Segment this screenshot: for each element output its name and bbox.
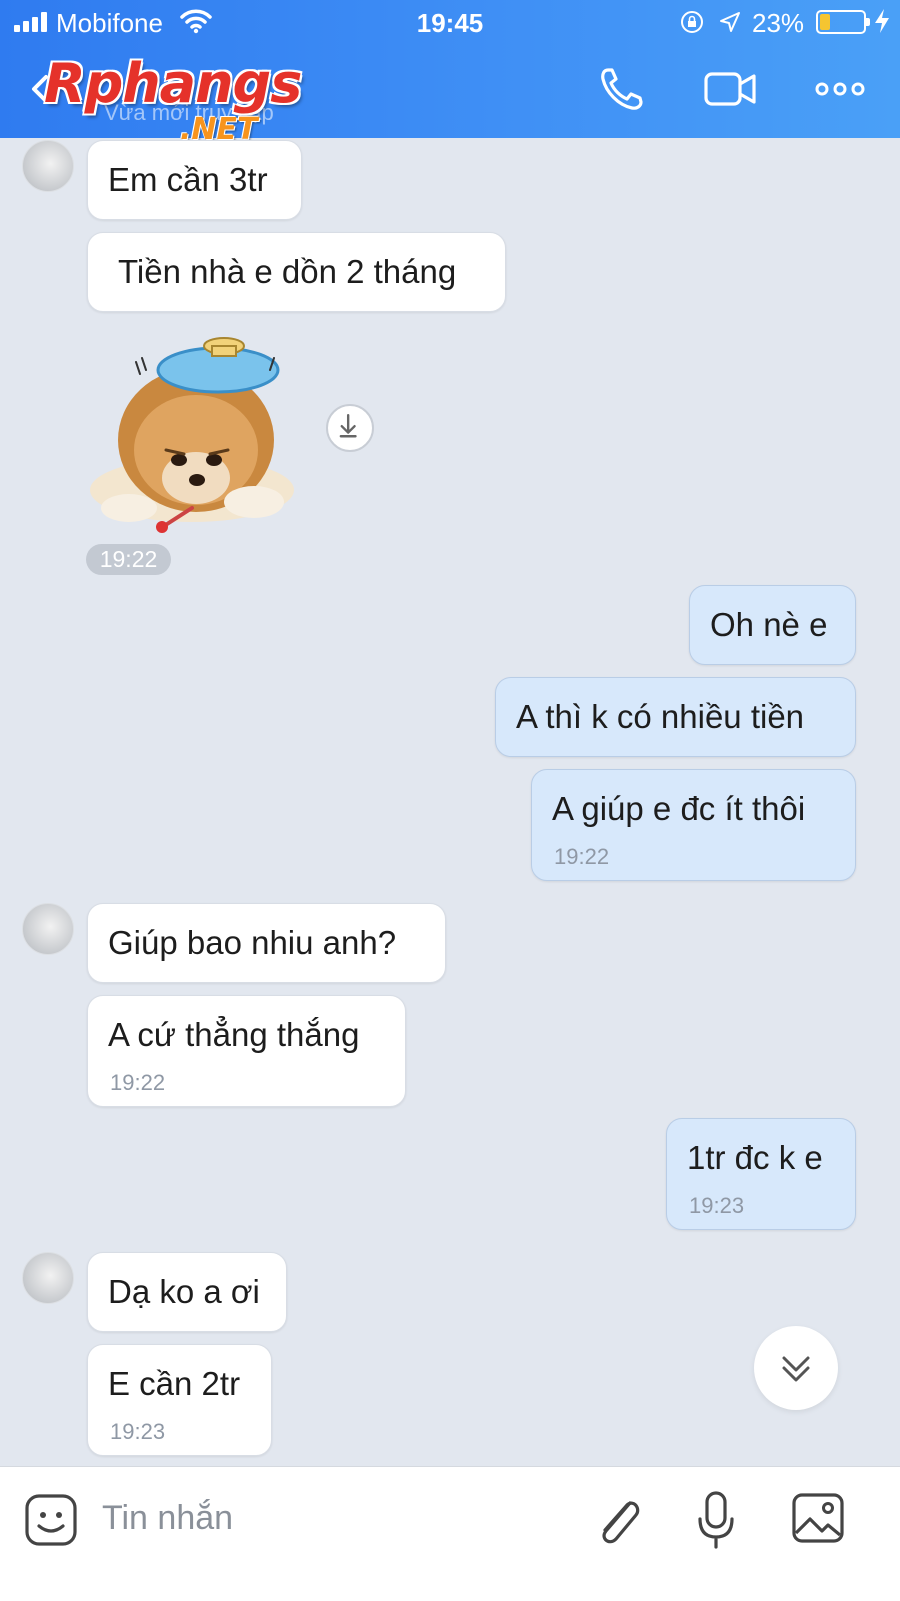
message-timestamp: 19:23 (110, 1419, 166, 1444)
video-call-icon[interactable] (702, 64, 758, 114)
microphone-icon[interactable] (696, 1489, 736, 1553)
message-input-bar: Tin nhắn (0, 1466, 900, 1601)
chat-header: Mobifone 19:45 23% Vừa mới truy cập Rpha… (0, 0, 900, 147)
attach-icon[interactable] (590, 1491, 644, 1551)
scroll-to-bottom-button[interactable] (754, 1326, 838, 1410)
message-timestamp: 19:22 (554, 844, 610, 869)
more-icon[interactable] (812, 64, 868, 114)
message-bubble-outgoing[interactable]: Oh nè e (689, 585, 856, 665)
battery-icon (816, 10, 870, 34)
message-text: Em cần 3tr (108, 161, 268, 198)
emoji-icon[interactable] (24, 1493, 78, 1547)
message-text: Oh nè e (710, 606, 828, 643)
message-text: Tiền nhà e dồn 2 tháng (118, 253, 457, 290)
scroll-down-icon (782, 1356, 810, 1382)
message-input[interactable]: Tin nhắn (102, 1499, 233, 1538)
location-icon (720, 12, 740, 32)
message-bubble-incoming[interactable]: E cần 2tr 19:23 (87, 1344, 272, 1456)
message-bubble-outgoing[interactable]: A thì k có nhiều tiền (495, 677, 856, 757)
avatar[interactable] (22, 1252, 74, 1304)
message-text: A cứ thẳng thắng (108, 1016, 360, 1053)
charging-icon (875, 9, 889, 33)
download-sticker-button[interactable] (326, 404, 374, 452)
message-bubble-incoming[interactable]: Tiền nhà e dồn 2 tháng (87, 232, 506, 312)
battery-percent: 23% (752, 8, 805, 38)
avatar[interactable] (22, 140, 74, 192)
message-text: A giúp e đc ít thôi (552, 790, 806, 827)
sticker-sick-dog[interactable] (84, 330, 299, 535)
message-text: 1tr đc k e (687, 1139, 823, 1176)
lock-rotation-icon (681, 11, 703, 33)
download-icon (339, 413, 357, 438)
message-bubble-outgoing[interactable]: A giúp e đc ít thôi 19:22 (531, 769, 856, 881)
image-icon[interactable] (790, 1491, 846, 1547)
message-text: Dạ ko a ơi (108, 1273, 260, 1310)
message-bubble-incoming[interactable]: A cứ thẳng thắng 19:22 (87, 995, 406, 1107)
phone-icon[interactable] (596, 64, 652, 114)
message-text: Giúp bao nhiu anh? (108, 924, 397, 961)
status-bar: Mobifone 19:45 23% (0, 0, 900, 46)
avatar[interactable] (22, 903, 74, 955)
message-bubble-incoming[interactable]: Giúp bao nhiu anh? (87, 903, 446, 983)
message-bubble-incoming[interactable]: Em cần 3tr (87, 140, 302, 220)
sticker-timestamp: 19:22 (86, 544, 171, 575)
message-text: A thì k có nhiều tiền (516, 698, 805, 735)
message-timestamp: 19:23 (689, 1193, 745, 1218)
message-bubble-incoming[interactable]: Dạ ko a ơi (87, 1252, 287, 1332)
battery-level-fill (820, 14, 830, 30)
message-text: E cần 2tr (108, 1365, 241, 1402)
message-timestamp: 19:22 (110, 1070, 166, 1095)
watermark-logo: Rphangs (44, 52, 302, 115)
message-bubble-outgoing[interactable]: 1tr đc k e 19:23 (666, 1118, 856, 1230)
